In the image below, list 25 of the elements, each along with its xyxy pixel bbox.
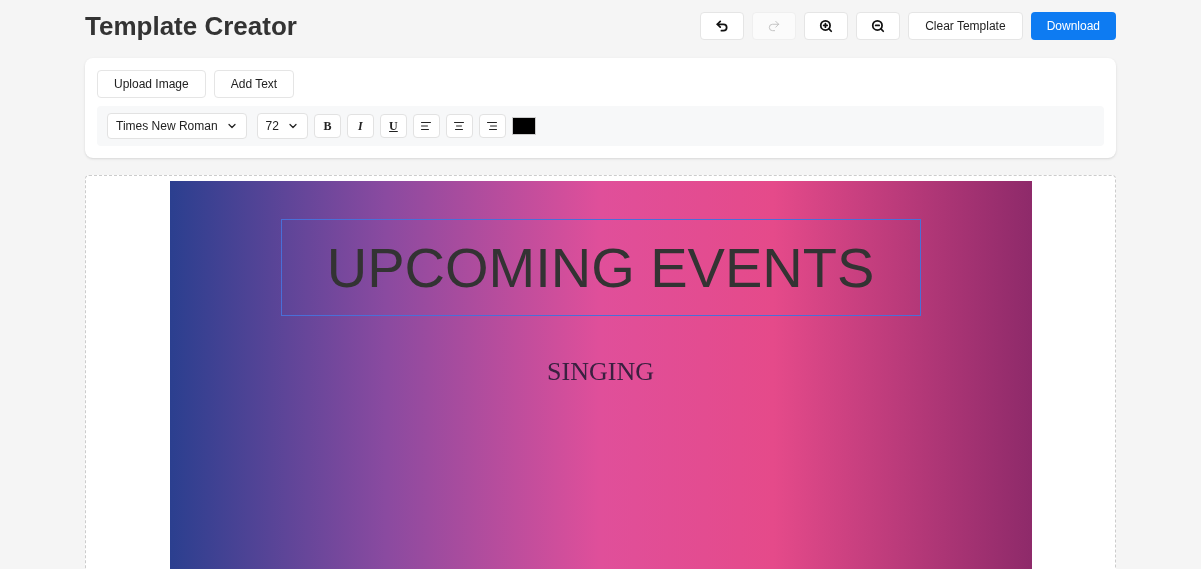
align-right-icon: [486, 120, 499, 132]
align-center-icon: [453, 120, 466, 132]
text-color-swatch[interactable]: [511, 117, 536, 135]
download-button[interactable]: Download: [1030, 12, 1116, 40]
page-title: Template Creator: [85, 9, 297, 43]
undo-button[interactable]: [700, 12, 745, 40]
align-center-button[interactable]: [445, 114, 473, 138]
add-text-button[interactable]: Add Text: [213, 70, 295, 98]
redo-icon: [767, 19, 782, 33]
zoom-in-icon: [819, 19, 834, 33]
bold-button[interactable]: B: [313, 114, 341, 138]
zoom-in-button[interactable]: [804, 12, 849, 40]
subheading-text[interactable]: SINGING: [546, 351, 655, 392]
align-left-button[interactable]: [412, 114, 440, 138]
upload-image-button[interactable]: Upload Image: [97, 70, 206, 98]
undo-icon: [715, 19, 730, 33]
zoom-out-button[interactable]: [856, 12, 901, 40]
underline-button[interactable]: U: [379, 114, 407, 138]
italic-button[interactable]: I: [346, 114, 374, 138]
font-size-select[interactable]: 72: [256, 113, 308, 139]
clear-template-button[interactable]: Clear Template: [908, 12, 1023, 40]
align-left-icon: [420, 120, 433, 132]
font-family-select[interactable]: Times New Roman: [107, 113, 247, 139]
align-right-button[interactable]: [478, 114, 506, 138]
zoom-out-icon: [871, 19, 886, 33]
